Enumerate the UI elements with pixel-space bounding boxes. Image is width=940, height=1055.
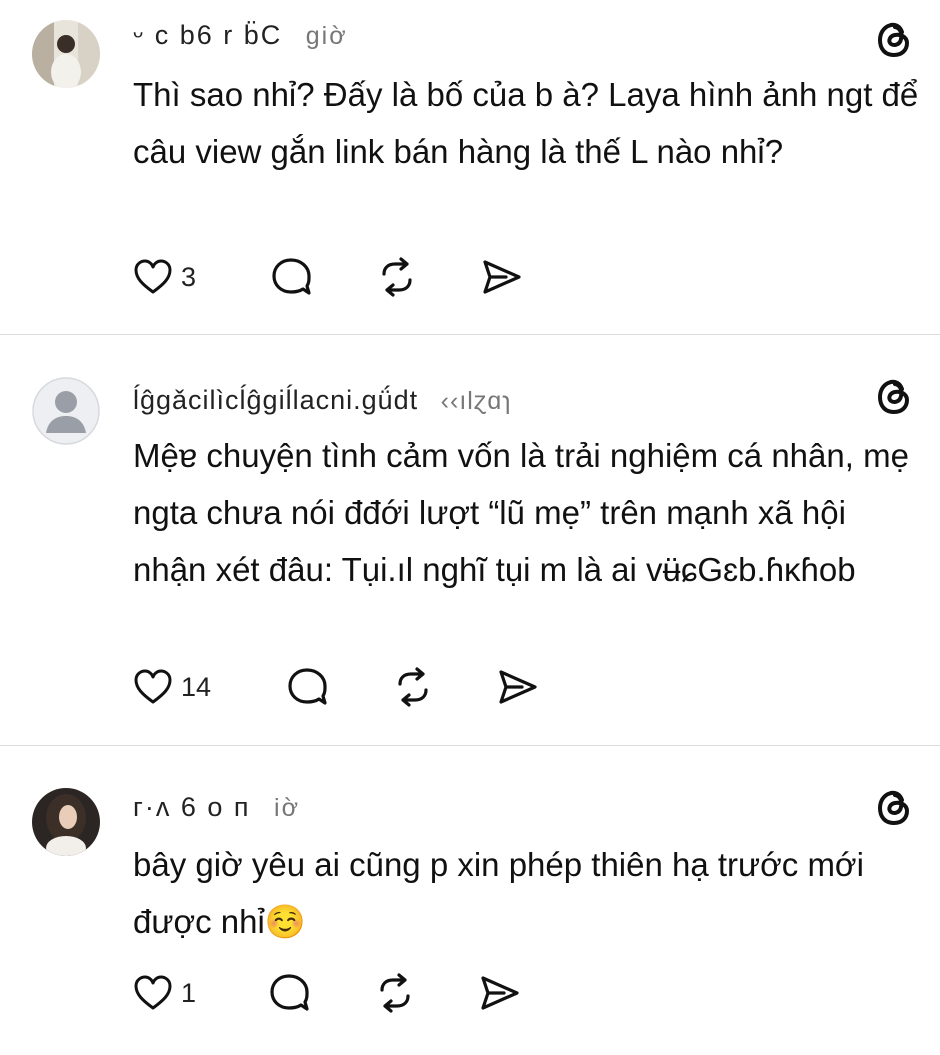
share-icon bbox=[480, 257, 524, 297]
like-count: 1 bbox=[181, 977, 197, 1008]
like-button[interactable]: 1 bbox=[133, 971, 196, 1015]
comment-icon bbox=[285, 666, 329, 708]
comment-icon bbox=[267, 972, 311, 1014]
like-button[interactable]: 3 bbox=[133, 255, 196, 299]
threads-logo-icon[interactable] bbox=[873, 18, 915, 60]
action-bar: 3 bbox=[133, 255, 533, 299]
avatar[interactable] bbox=[32, 20, 100, 88]
heart-icon bbox=[133, 668, 173, 706]
username[interactable]: ᴦ·ᴧ 6 o ᴨ bbox=[133, 792, 251, 822]
timestamp: giờ bbox=[305, 22, 348, 50]
post-text: Mệɐ chuyện tình cảm vốn là trải nghiệm c… bbox=[133, 437, 909, 588]
post-meta: ᵕ c b6 r b̈C giờ bbox=[133, 20, 348, 51]
repost-icon bbox=[373, 972, 417, 1014]
share-button[interactable] bbox=[496, 665, 540, 709]
action-bar: 1 bbox=[133, 971, 533, 1015]
share-icon bbox=[496, 667, 540, 707]
avatar[interactable] bbox=[32, 788, 100, 856]
post-meta: ᴦ·ᴧ 6 o ᴨ iờ bbox=[133, 792, 300, 823]
repost-button[interactable] bbox=[375, 255, 419, 299]
timestamp: ‹‹ılɀɑɿ bbox=[440, 387, 512, 415]
reply-button[interactable] bbox=[269, 255, 313, 299]
action-bar: 14 bbox=[133, 665, 553, 709]
reply-button[interactable] bbox=[267, 971, 311, 1015]
like-count: 14 bbox=[181, 671, 212, 702]
heart-icon bbox=[133, 974, 173, 1012]
post-text: Thì sao nhỉ? Đấy là bố của b à? Laya hìn… bbox=[133, 76, 919, 170]
avatar[interactable] bbox=[32, 377, 100, 445]
like-button[interactable]: 14 bbox=[133, 665, 211, 709]
reply-button[interactable] bbox=[285, 665, 329, 709]
post-meta: ĺĝgǎcilìcĺĝgiĺlacni.gǘdt ‹‹ılɀɑɿ bbox=[133, 385, 512, 416]
heart-icon bbox=[133, 258, 173, 296]
post: ᴦ·ᴧ 6 o ᴨ iờ bây giờ yêu ai cũng p xin p… bbox=[0, 746, 940, 1055]
share-button[interactable] bbox=[480, 255, 524, 299]
repost-button[interactable] bbox=[391, 665, 435, 709]
repost-button[interactable] bbox=[373, 971, 417, 1015]
post-text: bây giờ yêu ai cũng p xin phép thiên hạ … bbox=[133, 846, 864, 940]
share-button[interactable] bbox=[478, 971, 522, 1015]
timestamp: iờ bbox=[274, 794, 300, 822]
share-icon bbox=[478, 973, 522, 1013]
like-count: 3 bbox=[181, 261, 197, 292]
threads-logo-icon[interactable] bbox=[873, 786, 915, 828]
repost-icon bbox=[375, 256, 419, 298]
threads-logo-icon[interactable] bbox=[873, 375, 915, 417]
repost-icon bbox=[391, 666, 435, 708]
post: ᵕ c b6 r b̈C giờ Thì sao nhỉ? Đấy là bố … bbox=[0, 0, 940, 334]
username[interactable]: ĺĝgǎcilìcĺĝgiĺlacni.gǘdt bbox=[133, 385, 418, 415]
post: ĺĝgǎcilìcĺĝgiĺlacni.gǘdt ‹‹ılɀɑɿ Mệɐ chu… bbox=[0, 335, 940, 745]
comment-icon bbox=[269, 256, 313, 298]
username[interactable]: ᵕ c b6 r b̈C bbox=[133, 20, 282, 50]
